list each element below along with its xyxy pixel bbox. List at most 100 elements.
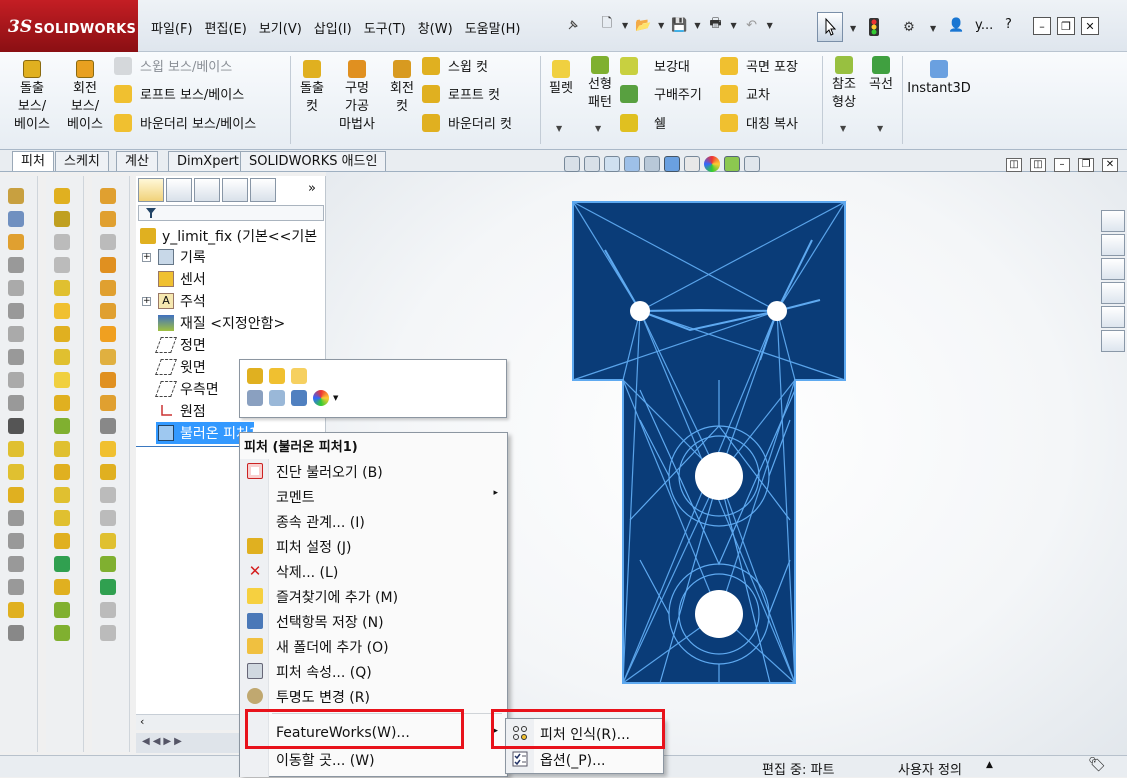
sheet-nav-tabs[interactable]: ◀◀▶▶ <box>136 733 246 753</box>
context-menu-item[interactable]: 투명도 변경 (R) <box>240 684 507 709</box>
toolbar-tool-icon[interactable] <box>54 280 70 296</box>
toolbar-tool-icon[interactable] <box>100 257 116 273</box>
design-library-icon[interactable] <box>1101 234 1125 256</box>
toolbar-tool-icon[interactable] <box>100 487 116 503</box>
context-menu-item[interactable]: 이동할 곳... (W) <box>240 747 507 772</box>
toolbar-tool-icon[interactable] <box>100 303 116 319</box>
menu-item-options[interactable]: 옵션(_P)... <box>506 746 663 772</box>
extrude-cut-button[interactable]: 돌출 컷 <box>294 60 330 116</box>
context-menu-item[interactable]: ✕ 삭제... (L) <box>240 559 507 584</box>
toolbar-tool-icon[interactable] <box>54 441 70 457</box>
rib-button[interactable]: 보강대 <box>620 56 690 75</box>
toolbar-tool-icon[interactable] <box>8 257 24 273</box>
toolbar-tool-icon[interactable] <box>54 602 70 618</box>
tab-addins[interactable]: SOLIDWORKS 애드인 <box>240 151 387 171</box>
menu-tools[interactable]: 도구(T) <box>358 18 412 37</box>
tree-item-origin[interactable]: 원점 <box>158 401 206 421</box>
context-menu-item[interactable]: 즐겨찾기에 추가 (M) <box>240 584 507 609</box>
toolbar-tool-icon[interactable] <box>54 257 70 273</box>
linear-pattern-button[interactable]: 선형 패턴 <box>582 56 618 112</box>
tree-item-front-plane[interactable]: 정면 <box>155 335 206 355</box>
expand-icon[interactable]: + <box>142 253 151 262</box>
toolbar-tool-icon[interactable] <box>54 625 70 641</box>
toolbar-tool-icon[interactable] <box>100 556 116 572</box>
dimxpertmanager-tab-icon[interactable] <box>222 178 248 202</box>
toolbar-tool-icon[interactable] <box>100 579 116 595</box>
chevron-down-icon[interactable]: ▼ <box>658 21 664 30</box>
solidworks-resources-icon[interactable] <box>1101 210 1125 232</box>
toolbar-tool-icon[interactable] <box>8 625 24 641</box>
tree-item-top-plane[interactable]: 윗면 <box>155 357 206 377</box>
pin-icon[interactable] <box>566 18 580 32</box>
viewport-tile-icon[interactable]: ◫ <box>1030 158 1046 172</box>
toolbar-tool-icon[interactable] <box>54 349 70 365</box>
toolbar-tool-icon[interactable] <box>8 372 24 388</box>
toolbar-tool-icon[interactable] <box>100 188 116 204</box>
displaymanager-tab-icon[interactable] <box>250 178 276 202</box>
toolbar-tool-icon[interactable] <box>54 326 70 342</box>
tree-item-annotations[interactable]: A 주석 <box>158 291 206 311</box>
tree-filter[interactable] <box>138 205 324 221</box>
view-palette-icon[interactable] <box>1101 282 1125 304</box>
context-menu-item[interactable]: 진단 불러오기 (B) <box>240 459 507 484</box>
mirror-button[interactable]: 대칭 복사 <box>720 113 798 132</box>
toolbar-tool-icon[interactable] <box>54 510 70 526</box>
toolbar-tool-icon[interactable] <box>54 579 70 595</box>
question-icon[interactable]: ? <box>1005 17 1012 32</box>
chevron-down-icon[interactable]: ▼ <box>622 21 628 30</box>
revolve-boss-button[interactable]: 회전 보스/ 베이스 <box>62 60 108 134</box>
boundary-boss-button[interactable]: 바운더리 보스/베이스 <box>114 113 256 132</box>
print-icon[interactable]: 🖶 <box>704 12 726 38</box>
custom-properties-icon[interactable] <box>1101 330 1125 352</box>
toolbar-tool-icon[interactable] <box>100 211 116 227</box>
chevron-down-icon[interactable]: ▼ <box>767 21 773 30</box>
rollback-bar[interactable] <box>136 446 240 447</box>
tree-root[interactable]: y_limit_fix (기본<<기본 <box>140 226 317 246</box>
toolbar-tool-icon[interactable] <box>54 418 70 434</box>
chevron-down-icon[interactable]: ▼ <box>595 124 601 133</box>
chevron-down-icon[interactable]: ▼ <box>694 21 700 30</box>
toolbar-tool-icon[interactable] <box>54 188 70 204</box>
view-orientation-icon[interactable] <box>644 156 660 172</box>
toolbar-tool-icon[interactable] <box>100 280 116 296</box>
toolbar-tool-icon[interactable] <box>8 579 24 595</box>
file-explorer-icon[interactable] <box>1101 258 1125 280</box>
toolbar-tool-icon[interactable] <box>54 556 70 572</box>
toolbar-tool-icon[interactable] <box>8 487 24 503</box>
toolbar-tool-icon[interactable] <box>8 441 24 457</box>
toolbar-tool-icon[interactable] <box>54 533 70 549</box>
toolbar-tool-icon[interactable] <box>100 464 116 480</box>
tab-features[interactable]: 피처 <box>12 151 54 171</box>
status-units[interactable]: 사용자 정의 <box>898 759 962 778</box>
toolbar-tool-icon[interactable] <box>54 464 70 480</box>
toolbar-tool-icon[interactable] <box>100 602 116 618</box>
rebuild-traffic-light-icon[interactable] <box>868 18 880 36</box>
tab-sketch[interactable]: 스케치 <box>55 151 109 171</box>
chevron-up-icon[interactable]: ▲ <box>986 760 993 770</box>
context-menu-item[interactable]: 코멘트 ▸ <box>240 484 507 509</box>
appearance-icon[interactable] <box>704 156 720 172</box>
menu-file[interactable]: 파일(F) <box>145 18 199 37</box>
tab-dimxpert[interactable]: DimXpert <box>168 151 248 171</box>
viewport-restore-icon[interactable]: ◫ <box>1006 158 1022 172</box>
toolbar-tool-icon[interactable] <box>100 418 116 434</box>
toolbar-tool-icon[interactable] <box>100 349 116 365</box>
toolbar-tool-icon[interactable] <box>8 188 24 204</box>
tree-item-right-plane[interactable]: 우측면 <box>155 379 219 399</box>
viewport-close-icon[interactable]: ✕ <box>1102 158 1118 172</box>
restore-icon[interactable]: ❐ <box>1057 17 1075 35</box>
zoom-to-selection-icon[interactable] <box>269 390 285 406</box>
loft-cut-button[interactable]: 로프트 컷 <box>422 84 500 103</box>
toolbar-tool-icon[interactable] <box>8 395 24 411</box>
hide-icon[interactable] <box>247 390 263 406</box>
toolbar-tool-icon[interactable] <box>100 395 116 411</box>
tab-evaluate[interactable]: 계산 <box>116 151 158 171</box>
display-style-icon[interactable] <box>664 156 680 172</box>
tree-item-material[interactable]: 재질 <지정안함> <box>158 313 285 333</box>
intersect-button[interactable]: 교차 <box>720 84 770 103</box>
zoom-area-icon[interactable] <box>584 156 600 172</box>
revolve-cut-button[interactable]: 회전 컷 <box>384 60 420 116</box>
loft-boss-button[interactable]: 로프트 보스/베이스 <box>114 84 244 103</box>
toolbar-tool-icon[interactable] <box>8 280 24 296</box>
shell-button[interactable]: 쉘 <box>620 113 666 132</box>
